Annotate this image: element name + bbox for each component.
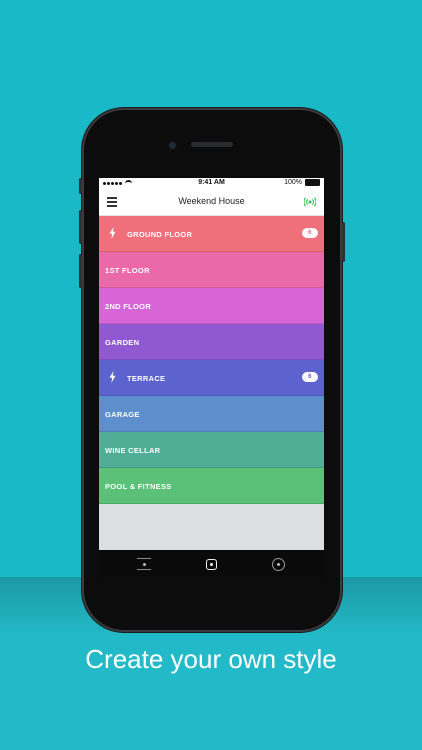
home-tab-icon[interactable]: [202, 555, 220, 573]
volume-up-button: [79, 210, 82, 244]
volume-down-button: [79, 254, 82, 288]
app-screen: 9:41 AM 100% Weekend House GROUND FLOOR …: [99, 178, 324, 578]
room-1st-floor[interactable]: 1ST FLOOR: [99, 252, 324, 288]
bolt-icon: [109, 227, 116, 239]
caption-text: Create your own style: [85, 644, 337, 674]
battery-icon: [305, 179, 320, 186]
room-label: 1ST FLOOR: [105, 266, 150, 275]
mute-switch: [79, 178, 82, 194]
list-tab-icon[interactable]: [135, 555, 153, 573]
room-terrace[interactable]: TERRACE 6: [99, 360, 324, 396]
bolt-icon: [109, 371, 116, 383]
room-label: 2ND FLOOR: [105, 302, 152, 311]
room-list: GROUND FLOOR 6 1ST FLOOR 2ND FLOOR GARDE…: [99, 216, 324, 504]
room-label: TERRACE: [127, 374, 166, 383]
power-button: [342, 222, 345, 262]
room-2nd-floor[interactable]: 2ND FLOOR: [99, 288, 324, 324]
nav-bar: Weekend House: [99, 189, 324, 216]
device-count-badge: 6: [302, 228, 318, 238]
room-garden[interactable]: GARDEN: [99, 324, 324, 360]
circle-tab-icon[interactable]: [269, 555, 287, 573]
room-label: GARAGE: [105, 410, 140, 419]
signal-icon[interactable]: [304, 197, 316, 207]
room-pool-fitness[interactable]: POOL & FITNESS: [99, 468, 324, 504]
tab-bar: [99, 550, 324, 578]
device-count-badge: 6: [302, 372, 318, 382]
front-camera: [169, 142, 176, 149]
room-wine-cellar[interactable]: WINE CELLAR: [99, 432, 324, 468]
room-label: POOL & FITNESS: [105, 482, 172, 491]
room-garage[interactable]: GARAGE: [99, 396, 324, 432]
room-label: GROUND FLOOR: [127, 230, 193, 239]
room-label: WINE CELLAR: [105, 446, 161, 455]
room-ground-floor[interactable]: GROUND FLOOR 6: [99, 216, 324, 252]
status-bar: 9:41 AM 100%: [99, 178, 324, 189]
battery-percent: 100%: [284, 179, 302, 186]
page-title: Weekend House: [178, 196, 245, 206]
phone-frame: 9:41 AM 100% Weekend House GROUND FLOOR …: [79, 110, 345, 630]
earpiece-speaker: [191, 142, 233, 147]
room-label: GARDEN: [105, 338, 140, 347]
